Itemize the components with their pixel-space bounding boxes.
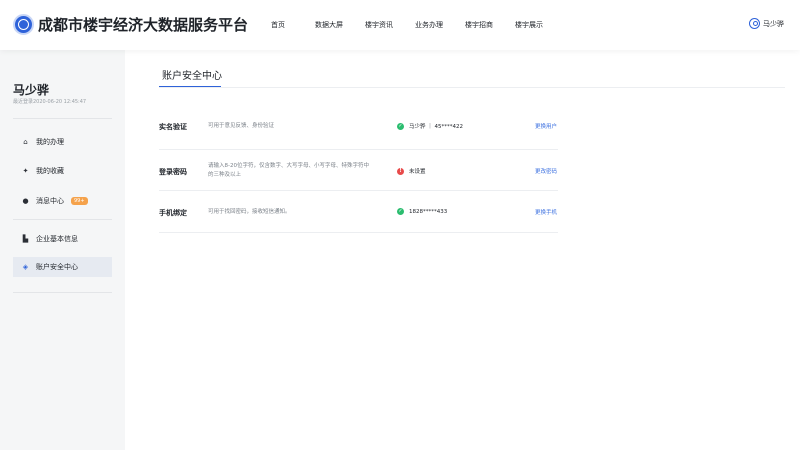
- divider: [13, 219, 112, 220]
- nav-business[interactable]: 业务办理: [415, 20, 443, 30]
- sidebar-item-label: 我的办理: [36, 138, 64, 146]
- sidebar-item-label: 消息中心: [36, 197, 64, 205]
- security-row-phone: 手机绑定 可用于找回密码，接收短信通知。 ✓ 1828*****433 更换手机: [159, 191, 558, 233]
- profile-name: 马少骅: [13, 83, 50, 97]
- last-login: 最近登录2020-06-20 12:45:47: [13, 99, 87, 105]
- warning-icon: !: [397, 167, 404, 175]
- sidebar-item-favorites[interactable]: ✦ 我的收藏: [13, 161, 112, 181]
- sidebar-item-label: 企业基本信息: [36, 235, 78, 243]
- user-menu[interactable]: 马少骅: [749, 18, 784, 29]
- sidebar: 马少骅 最近登录2020-06-20 12:45:47 ⌂ 我的办理 ✦ 我的收…: [0, 50, 125, 450]
- sidebar-item-messages[interactable]: ● 消息中心 99+: [13, 191, 112, 211]
- change-password-link[interactable]: 更改密码: [535, 167, 557, 175]
- security-row-password: 登录密码 请输入8-20位字符，仅含数字、大写字母、小写字母、特殊字符中 的三种…: [159, 150, 558, 191]
- unread-badge: 99+: [71, 197, 88, 205]
- message-icon: ●: [22, 196, 29, 205]
- check-icon: ✓: [397, 208, 404, 215]
- divider: [13, 118, 112, 119]
- sidebar-item-label: 我的收藏: [36, 167, 64, 175]
- security-row-realname: 实名验证 可用于意见反馈、身份验证 ✓ 马少骅 ｜ 45****422 更换用户: [159, 103, 558, 150]
- description-line: 请输入8-20位字符，仅含数字、大写字母、小写字母、特殊字符中: [208, 163, 369, 169]
- sidebar-item-company-info[interactable]: ▙ 企业基本信息: [13, 229, 112, 249]
- logo-icon[interactable]: [13, 14, 34, 35]
- status-text: 马少骅 ｜ 45****422: [409, 124, 463, 130]
- change-phone-link[interactable]: 更换手机: [535, 208, 557, 216]
- nav-data-screen[interactable]: 数据大屏: [315, 20, 343, 30]
- sidebar-item-security[interactable]: ◈ 账户安全中心: [13, 257, 112, 277]
- building-icon: ▙: [22, 234, 29, 243]
- description-line: 的三种及以上: [208, 172, 242, 178]
- star-icon: ✦: [22, 166, 29, 175]
- sidebar-item-my-tasks[interactable]: ⌂ 我的办理: [13, 132, 112, 152]
- row-status: ✓ 1828*****433: [397, 208, 447, 215]
- nav-building-display[interactable]: 楼宇展示: [515, 20, 543, 30]
- sidebar-item-label: 账户安全中心: [36, 263, 78, 271]
- row-title: 登录密码: [159, 168, 187, 176]
- row-description: 可用于意见反馈、身份验证: [208, 123, 275, 129]
- row-description: 请输入8-20位字符，仅含数字、大写字母、小写字母、特殊字符中 的三种及以上: [208, 162, 378, 180]
- home-icon: ⌂: [23, 137, 28, 146]
- change-user-link[interactable]: 更换用户: [535, 122, 557, 130]
- row-description: 可用于找回密码，接收短信通知。: [208, 209, 291, 215]
- user-icon: [749, 18, 760, 29]
- nav-investment[interactable]: 楼宇招商: [465, 20, 493, 30]
- tab-divider: [159, 87, 785, 88]
- status-text: 未设置: [409, 169, 426, 175]
- row-status: ✓ 马少骅 ｜ 45****422: [397, 122, 463, 130]
- row-status: ! 未设置: [397, 167, 426, 175]
- row-title: 手机绑定: [159, 209, 187, 217]
- nav-home[interactable]: 首页: [271, 20, 285, 30]
- nav-building-news[interactable]: 楼宇资讯: [365, 20, 393, 30]
- top-header: 成都市楼宇经济大数据服务平台 首页 数据大屏 楼宇资讯 业务办理 楼宇招商 楼宇…: [0, 0, 800, 50]
- row-title: 实名验证: [159, 123, 187, 131]
- check-icon: ✓: [397, 122, 404, 130]
- divider: [13, 292, 112, 293]
- status-text: 1828*****433: [409, 208, 448, 215]
- user-name: 马少骅: [763, 19, 784, 28]
- shield-icon: ◈: [22, 262, 29, 271]
- tab-security-center[interactable]: 账户安全中心: [162, 67, 222, 82]
- brand-title[interactable]: 成都市楼宇经济大数据服务平台: [38, 14, 248, 35]
